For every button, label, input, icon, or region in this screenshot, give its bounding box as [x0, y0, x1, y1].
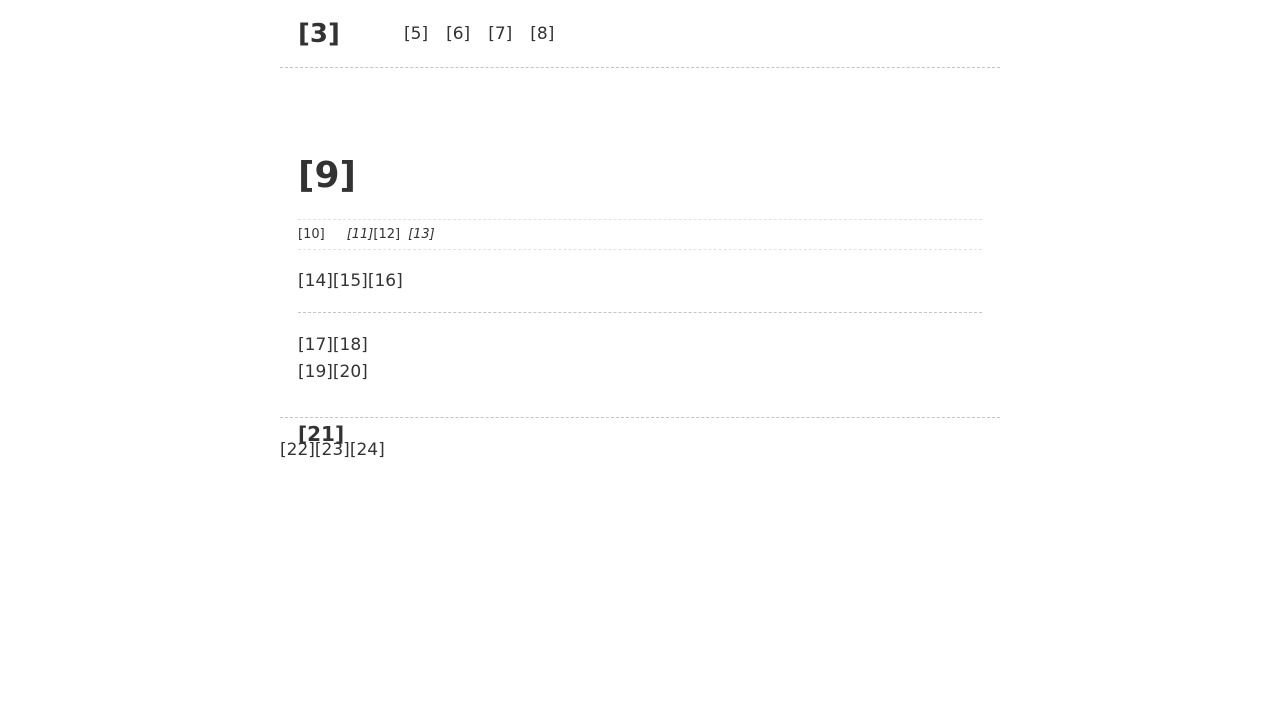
body-line-1: [17][18] — [298, 332, 368, 359]
body-line-2: [19][20] — [298, 359, 368, 386]
body-part: [18] — [332, 335, 368, 355]
post: [9] [10] [11] [12] [13] [14][15][16] [17… — [280, 68, 1000, 446]
nav-link-3[interactable]: [7] — [488, 23, 512, 45]
page: [3] [5] [6] [7] [8] [9] [10] [11] [12] [… — [280, 0, 1000, 462]
nav-link-1[interactable]: [5] — [404, 23, 428, 45]
site-title[interactable]: [3] — [298, 18, 340, 50]
site-footer: [22][23][24] — [280, 418, 1000, 462]
post-body: [17][18] [19][20] — [298, 332, 368, 386]
nav-link-2[interactable]: [6] — [446, 23, 470, 45]
post-meta-part-3[interactable]: [13] — [408, 221, 435, 249]
post-date: [10] — [298, 226, 325, 242]
footer-item-2[interactable]: [23] — [315, 440, 350, 460]
post-title: [9] — [298, 155, 356, 196]
footer-item-1: [22] — [280, 440, 315, 460]
excerpt-part-2: [15] — [332, 271, 368, 291]
excerpt-part-3: [16] — [367, 271, 403, 291]
site-header: [3] [5] [6] [7] [8] — [280, 0, 1000, 68]
post-meta: [10] [11] [12] [13] — [298, 219, 982, 250]
nav-link-4[interactable]: [8] — [530, 23, 554, 45]
footer-item-3: [24] — [349, 440, 385, 460]
main-nav: [5] [6] [7] [8] — [404, 23, 554, 45]
post-excerpt: [14][15][16] — [298, 269, 403, 293]
body-part: [17] — [298, 335, 333, 355]
excerpt-part-1: [14] — [298, 271, 333, 291]
post-meta-part-1[interactable]: [11] — [347, 221, 374, 249]
body-part: [20] — [332, 362, 368, 382]
body-part: [19] — [298, 362, 333, 382]
post-meta-part-2[interactable]: [12] — [373, 221, 400, 249]
post-divider — [298, 312, 982, 313]
